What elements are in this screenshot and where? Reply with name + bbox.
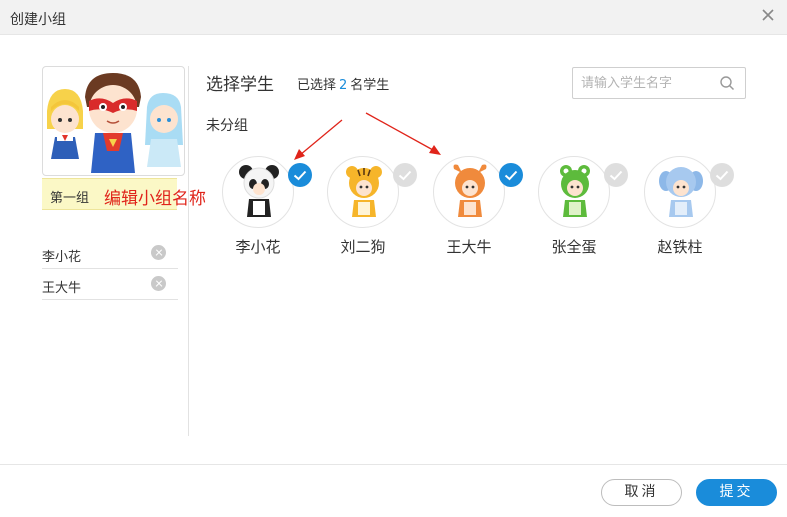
search-icon[interactable] bbox=[719, 75, 735, 91]
group-name[interactable]: 第一组 bbox=[50, 187, 89, 206]
student-avatar[interactable] bbox=[222, 156, 294, 228]
student-card[interactable]: 张全蛋 bbox=[538, 156, 644, 256]
student-avatar[interactable] bbox=[327, 156, 399, 228]
student-select-checkbox[interactable] bbox=[604, 163, 628, 187]
student-avatar[interactable] bbox=[433, 156, 505, 228]
student-avatar[interactable] bbox=[538, 156, 610, 228]
checkmark-icon bbox=[293, 170, 307, 181]
tiger-avatar-icon bbox=[346, 166, 382, 217]
ungrouped-section-label: 未分组 bbox=[206, 118, 248, 134]
group-member-list: 李小花 王大牛 bbox=[42, 238, 178, 300]
selected-suffix: 名学生 bbox=[350, 78, 390, 93]
checkmark-icon bbox=[398, 170, 412, 181]
student-name: 张全蛋 bbox=[551, 238, 597, 256]
student-name: 刘二狗 bbox=[340, 238, 386, 256]
student-name: 李小花 bbox=[235, 238, 281, 256]
student-avatar[interactable] bbox=[644, 156, 716, 228]
checkmark-icon bbox=[715, 170, 729, 181]
selected-prefix: 已选择 bbox=[297, 78, 337, 93]
select-students-title: 选择学生 bbox=[206, 75, 274, 95]
close-icon[interactable] bbox=[759, 6, 777, 24]
student-name: 赵铁柱 bbox=[657, 238, 703, 256]
ox-avatar-icon bbox=[453, 164, 487, 217]
checkmark-icon bbox=[609, 170, 623, 181]
panda-avatar-icon bbox=[239, 165, 279, 217]
elephant-avatar-icon bbox=[659, 167, 703, 217]
student-card[interactable]: 王大牛 bbox=[433, 156, 539, 256]
annotation-arrow-line bbox=[299, 119, 343, 156]
cancel-button[interactable]: 取消 bbox=[601, 479, 682, 506]
submit-button[interactable]: 提交 bbox=[696, 479, 777, 506]
frog-avatar-icon bbox=[560, 165, 590, 217]
annotation-arrow-line bbox=[365, 112, 434, 151]
list-item: 王大牛 bbox=[42, 269, 178, 300]
student-name: 王大牛 bbox=[446, 238, 492, 256]
student-select-checkbox[interactable] bbox=[393, 163, 417, 187]
footer-divider bbox=[0, 464, 787, 465]
member-name: 王大牛 bbox=[42, 281, 82, 296]
panel-divider bbox=[188, 66, 189, 436]
student-card[interactable]: 赵铁柱 bbox=[644, 156, 750, 256]
list-item: 李小花 bbox=[42, 238, 178, 269]
edit-group-name-hint: 编辑小组名称 bbox=[104, 189, 206, 209]
selected-count-text: 已选择 2 名学生 bbox=[297, 74, 389, 93]
search-input[interactable] bbox=[581, 74, 717, 92]
group-avatar-card bbox=[42, 66, 185, 176]
annotation-arrowhead bbox=[429, 145, 441, 155]
dialog-titlebar: 创建小组 bbox=[0, 0, 787, 35]
selected-count: 2 bbox=[339, 78, 348, 93]
member-name: 李小花 bbox=[42, 250, 82, 265]
checkmark-icon bbox=[504, 170, 518, 181]
group-panel bbox=[42, 66, 186, 176]
remove-member-icon[interactable] bbox=[151, 245, 166, 260]
student-select-checkbox[interactable] bbox=[499, 163, 523, 187]
group-cartoon-image bbox=[47, 73, 183, 173]
student-card[interactable]: 刘二狗 bbox=[327, 156, 433, 256]
student-search-box[interactable] bbox=[572, 67, 746, 99]
student-select-checkbox[interactable] bbox=[288, 163, 312, 187]
student-select-checkbox[interactable] bbox=[710, 163, 734, 187]
dialog-title: 创建小组 bbox=[10, 12, 66, 28]
remove-member-icon[interactable] bbox=[151, 276, 166, 291]
student-card[interactable]: 李小花 bbox=[222, 156, 328, 256]
